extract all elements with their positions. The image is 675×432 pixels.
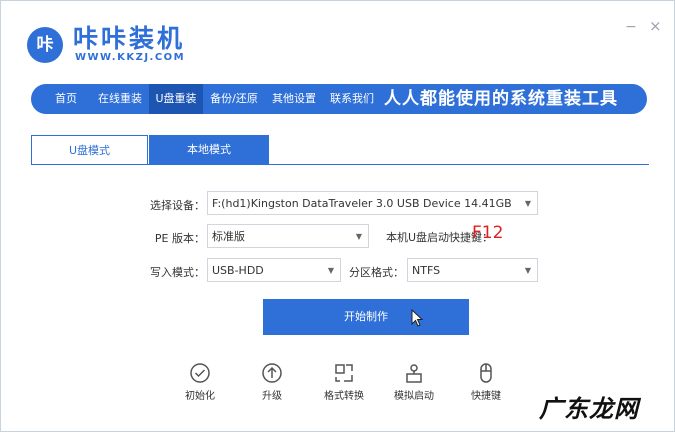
partition-format-select[interactable]: NTFS ▼ (407, 258, 538, 282)
device-value: F:(hd1)Kingston DataTraveler 3.0 USB Dev… (212, 197, 512, 210)
tool-label: 模拟启动 (394, 391, 434, 402)
tab-local-mode[interactable]: 本地模式 (149, 135, 269, 164)
partition-format-label: 分区格式： (349, 266, 404, 279)
nav-item-online-reinstall[interactable]: 在线重装 (91, 84, 149, 114)
mouse-icon (480, 363, 492, 383)
nav-item-usb-reinstall[interactable]: U盘重装 (149, 84, 203, 114)
nav-item-backup-restore[interactable]: 备份/还原 (204, 84, 264, 114)
write-mode-value: USB-HDD (212, 264, 264, 277)
tool-upgrade[interactable]: 升级 (242, 361, 302, 402)
mouse-cursor-icon (411, 309, 423, 327)
tool-format-convert[interactable]: 格式转换 (314, 361, 374, 402)
pe-version-label: PE 版本： (154, 232, 205, 245)
nav-slogan: 人人都能使用的系统重装工具 (384, 89, 618, 109)
tool-label: 升级 (262, 391, 282, 402)
tab-usb-mode[interactable]: U盘模式 (31, 135, 148, 164)
nav-item-home[interactable]: 首页 (41, 84, 91, 114)
chevron-down-icon: ▼ (355, 232, 362, 241)
app-logo-icon: 咔 (27, 27, 63, 63)
minimize-button[interactable]: − (625, 19, 637, 35)
tab-divider (31, 164, 649, 165)
tool-label: 初始化 (185, 391, 215, 402)
chevron-down-icon: ▼ (524, 199, 531, 208)
chevron-down-icon: ▼ (327, 266, 334, 275)
tool-initialize[interactable]: 初始化 (170, 361, 230, 402)
close-button[interactable]: × (649, 17, 662, 35)
simulate-boot-icon (406, 364, 422, 383)
tool-label: 格式转换 (324, 391, 364, 402)
chevron-down-icon: ▼ (524, 266, 531, 275)
tool-shortcut-keys[interactable]: 快捷键 (456, 361, 516, 402)
write-mode-label: 写入模式： (150, 266, 205, 279)
convert-icon (335, 364, 353, 382)
tool-label: 快捷键 (471, 391, 501, 402)
boot-hotkey-value: F12 (472, 223, 504, 243)
write-mode-select[interactable]: USB-HDD ▼ (207, 258, 341, 282)
device-label: 选择设备： (150, 199, 205, 212)
pe-version-value: 标准版 (212, 230, 245, 243)
app-url: WWW.KKZJ.COM (75, 52, 186, 63)
pe-version-select[interactable]: 标准版 ▼ (207, 224, 369, 248)
upload-circle-icon (262, 363, 282, 383)
check-circle-icon (190, 363, 210, 383)
device-select[interactable]: F:(hd1)Kingston DataTraveler 3.0 USB Dev… (207, 191, 538, 215)
nav-item-contact-us[interactable]: 联系我们 (323, 84, 381, 114)
partition-format-value: NTFS (412, 264, 441, 277)
watermark: 广东龙网 (539, 395, 639, 423)
main-nav: 首页 在线重装 U盘重装 备份/还原 其他设置 联系我们 人人都能使用的系统重装… (31, 84, 647, 114)
app-title: 咔咔装机 (73, 24, 186, 53)
start-make-button[interactable]: 开始制作 (263, 299, 469, 335)
tool-simulate-boot[interactable]: 模拟启动 (384, 361, 444, 402)
app-window: 咔 咔咔装机 WWW.KKZJ.COM − × 首页 在线重装 U盘重装 备份/… (0, 0, 675, 432)
nav-item-other-settings[interactable]: 其他设置 (265, 84, 323, 114)
